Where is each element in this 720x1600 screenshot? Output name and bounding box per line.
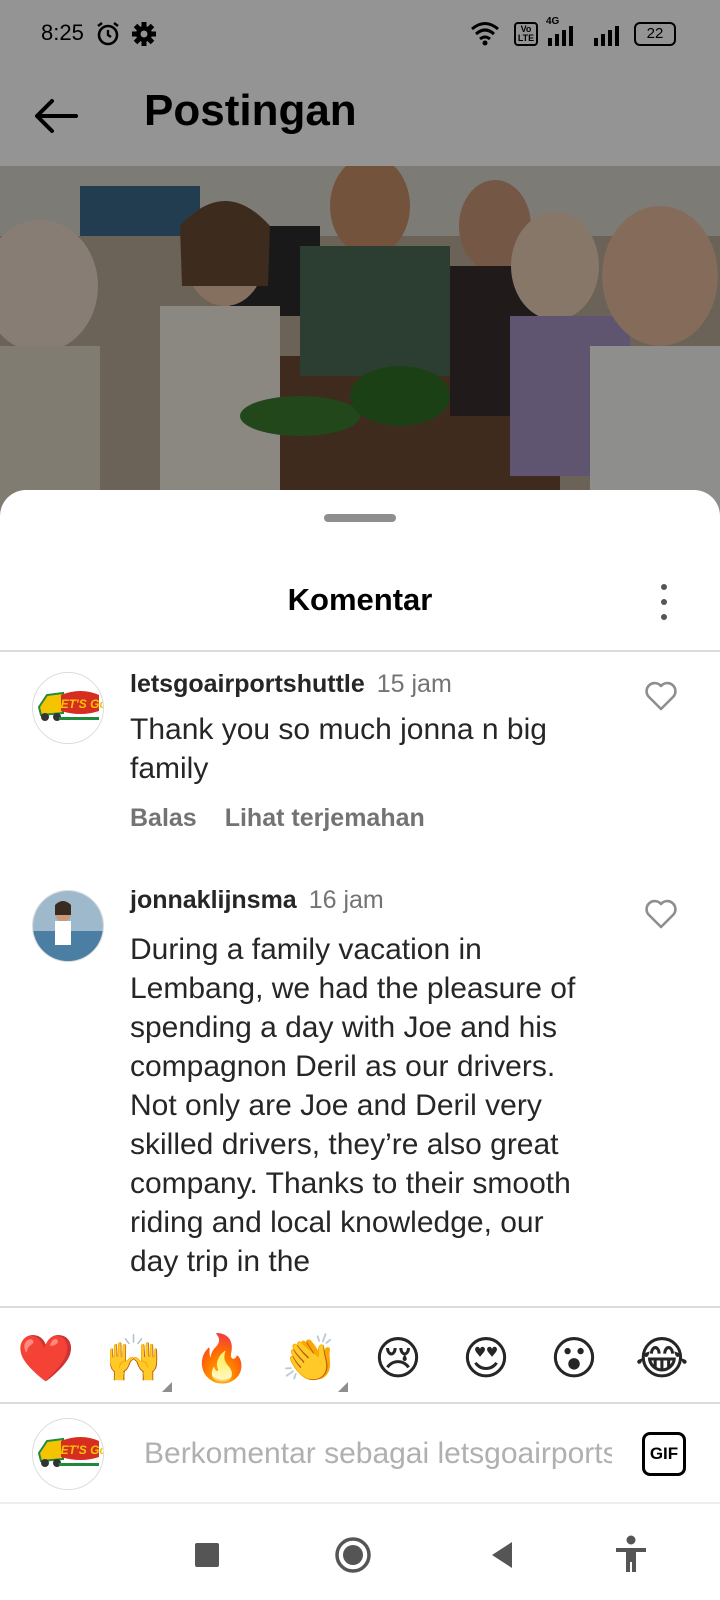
- letsgo-logo-icon: LET'S Go: [33, 1419, 104, 1489]
- comment-time: 15 jam: [376, 670, 452, 698]
- heart-eyes-icon: 😍: [462, 1331, 510, 1385]
- comment-username[interactable]: jonnaklijnsma: [130, 886, 297, 914]
- comment-scroll-area: jonnaklijnsma 16 jam During a family vaca…: [0, 886, 720, 1306]
- skin-tone-indicator-icon: [162, 1382, 172, 1392]
- fire-emoji-button[interactable]: 🔥: [192, 1328, 252, 1388]
- red-heart-emoji-button[interactable]: ❤️: [16, 1328, 76, 1388]
- tears-of-joy-emoji-button[interactable]: 😂: [632, 1328, 692, 1388]
- avatar[interactable]: LET'S Go: [32, 672, 104, 744]
- tears-of-joy-icon: 😂: [635, 1331, 689, 1385]
- back-icon[interactable]: [478, 1530, 528, 1580]
- like-heart-icon[interactable]: [644, 680, 678, 712]
- see-translation-button[interactable]: Lihat terjemahan: [225, 804, 425, 832]
- fire-icon: 🔥: [193, 1331, 251, 1385]
- recents-icon[interactable]: [182, 1530, 232, 1580]
- comment-actions: Balas Lihat terjemahan: [130, 804, 453, 833]
- composer-avatar: LET'S Go: [32, 1418, 104, 1490]
- svg-text:LET'S Go: LET'S Go: [53, 697, 104, 711]
- comment-username[interactable]: letsgoairportshuttle: [130, 670, 365, 698]
- comment-text: During a family vacation in Lembang, we …: [130, 933, 576, 1278]
- svg-text:LET'S Go: LET'S Go: [53, 1443, 104, 1457]
- comment-input[interactable]: [144, 1434, 612, 1474]
- raising-hands-emoji-button[interactable]: 🙌: [104, 1328, 172, 1392]
- crying-face-icon: 😢: [374, 1331, 422, 1385]
- surprised-face-emoji-button[interactable]: 😮: [544, 1328, 604, 1388]
- red-heart-icon: ❤️: [17, 1331, 75, 1385]
- avatar[interactable]: [32, 890, 104, 962]
- home-icon[interactable]: [328, 1530, 378, 1580]
- clapping-hands-emoji-button[interactable]: 👏: [280, 1328, 348, 1392]
- crying-face-emoji-button[interactable]: 😢: [368, 1328, 428, 1388]
- divider: [0, 650, 720, 652]
- clapping-hands-icon: 👏: [281, 1331, 339, 1385]
- comment-header: jonnaklijnsma 16 jam: [130, 886, 384, 915]
- sheet-drag-handle[interactable]: [324, 514, 396, 522]
- more-options-icon[interactable]: [650, 582, 678, 622]
- letsgo-logo-icon: LET'S Go: [33, 673, 104, 743]
- comment-header: letsgoairportshuttle 15 jam: [130, 670, 452, 699]
- comment-composer: LET'S Go GIF: [0, 1402, 720, 1502]
- user-photo-icon: [33, 891, 103, 961]
- reply-button[interactable]: Balas: [130, 804, 197, 832]
- comment-text: Thank you so much jonna n big family: [130, 713, 547, 785]
- surprised-face-icon: 😮: [550, 1331, 598, 1385]
- raising-hands-icon: 🙌: [105, 1331, 163, 1385]
- comment-time: 16 jam: [308, 886, 384, 914]
- accessibility-icon[interactable]: [606, 1530, 656, 1580]
- sheet-title: Komentar: [287, 582, 433, 617]
- skin-tone-indicator-icon: [338, 1382, 348, 1392]
- heart-eyes-emoji-button[interactable]: 😍: [456, 1328, 516, 1388]
- like-heart-icon[interactable]: [644, 898, 678, 930]
- emoji-quick-bar: ❤️ 🙌 🔥 👏 😢 😍 😮 😂: [0, 1306, 720, 1402]
- system-nav-bar: [0, 1502, 720, 1600]
- gif-button[interactable]: GIF: [642, 1432, 686, 1476]
